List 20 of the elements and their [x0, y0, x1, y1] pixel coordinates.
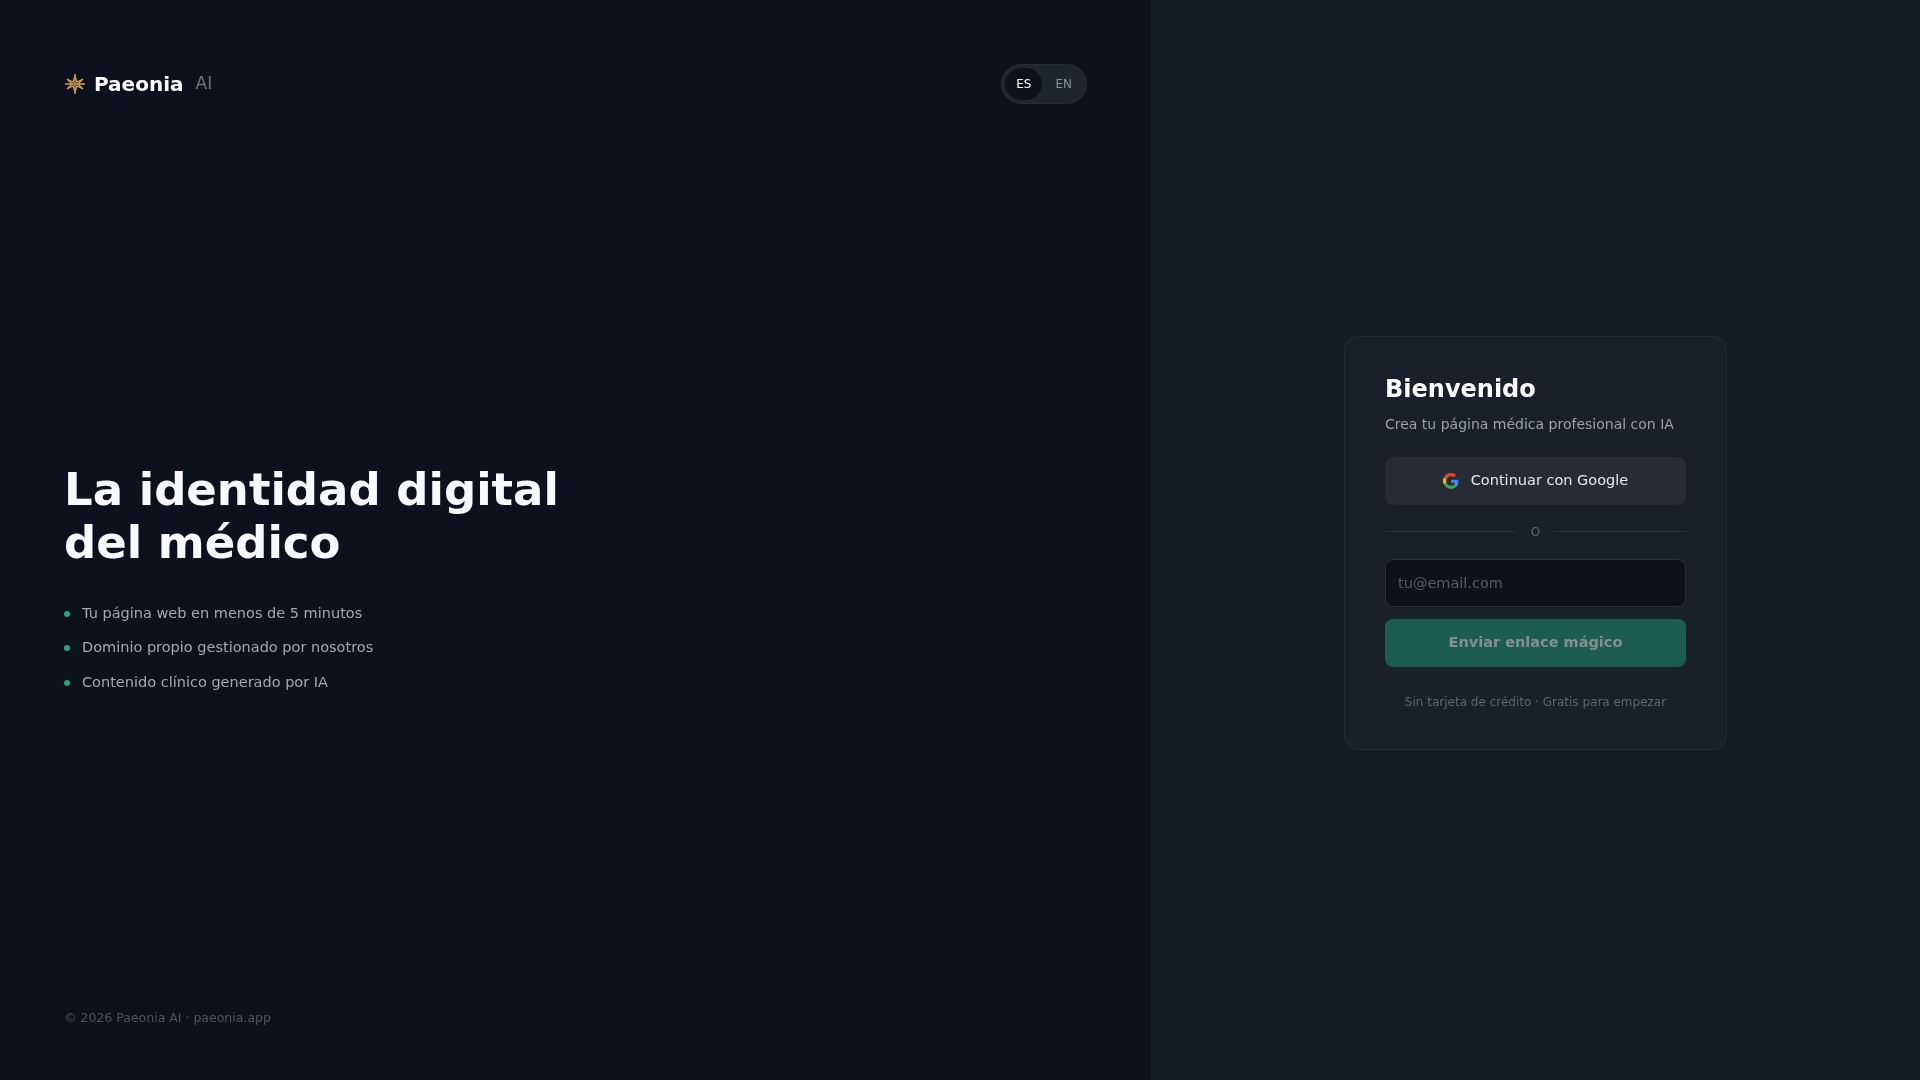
brand-suffix: AI	[195, 72, 213, 96]
language-option[interactable]: ES	[1005, 68, 1043, 100]
feature-text: Tu página web en menos de 5 minutos	[82, 603, 363, 623]
email-field[interactable]: tu@email.com	[1385, 558, 1686, 607]
language-option[interactable]: EN	[1044, 68, 1083, 100]
footer-text: © 2026 Paeonia AI · paeonia.app	[64, 1009, 272, 1028]
google-button[interactable]: Continuar con Google	[1385, 456, 1686, 505]
divider-text: O	[1530, 523, 1541, 541]
login-title: Bienvenido	[1385, 375, 1537, 404]
bullet-icon	[64, 645, 70, 652]
feature-text: Contenido clínico generado por IA	[82, 673, 328, 693]
bullet-icon	[64, 610, 70, 617]
google-icon	[1442, 472, 1459, 489]
bullet-icon	[64, 680, 70, 687]
login-subtitle: Crea tu página médica profesional con IA	[1385, 414, 1675, 434]
flower-logo-icon	[64, 73, 86, 95]
headline: La identidad digital del médico	[64, 464, 560, 569]
login-note: Sin tarjeta de crédito · Gratis para empezar	[1403, 693, 1668, 711]
feature-text: Dominio propio gestionado por nosotros	[82, 638, 374, 658]
brand-name: Paeonia	[94, 71, 184, 98]
